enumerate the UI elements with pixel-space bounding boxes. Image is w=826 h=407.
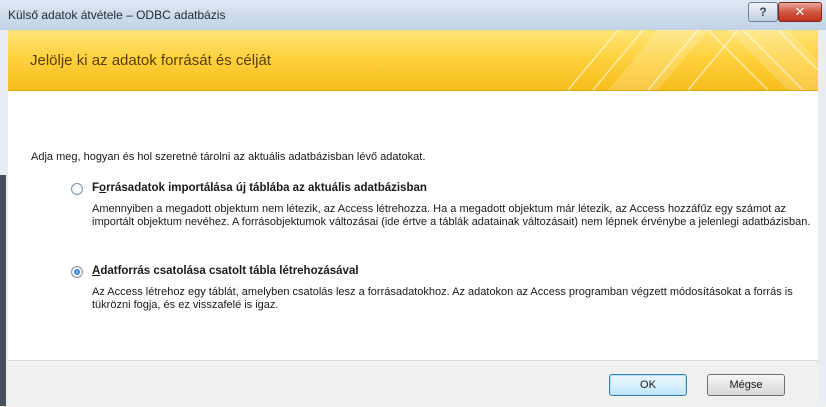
window-frame-shadow [0,175,6,406]
banner-heading: Jelölje ki az adatok forrását és célját [30,52,271,69]
window-title: Külső adatok átvétele – ODBC adatbázis [8,8,226,22]
intro-text: Adja meg, hogyan és hol szeretné tárolni… [31,151,426,163]
header-banner: Jelölje ki az adatok forrását és célját [8,30,818,91]
import-option-radio[interactable] [71,183,83,195]
import-dialog: Külső adatok átvétele – ODBC adatbázis ?… [0,0,826,407]
close-button[interactable]: ✕ [778,2,822,22]
close-icon: ✕ [794,4,806,19]
link-option-label[interactable]: Adatforrás csatolása csatolt tábla létre… [92,265,359,277]
link-option-radio[interactable] [71,266,83,278]
help-button[interactable]: ? [748,2,778,22]
help-icon: ? [759,5,767,19]
button-bar: OK Mégse [8,360,818,407]
title-bar[interactable]: Külső adatok átvétele – ODBC adatbázis ?… [0,0,826,31]
cancel-button[interactable]: Mégse [707,374,785,396]
dialog-content: Jelölje ki az adatok forrását és célját … [8,30,818,407]
import-option-description: Amennyiben a megadott objektum nem létez… [92,203,811,228]
ok-button[interactable]: OK [609,374,687,396]
import-option-label[interactable]: Forrásadatok importálása új táblába az a… [92,182,427,194]
import-option-hotkey: o [99,182,107,194]
link-option-description: Az Access létrehoz egy táblát, amelyben … [92,286,793,311]
